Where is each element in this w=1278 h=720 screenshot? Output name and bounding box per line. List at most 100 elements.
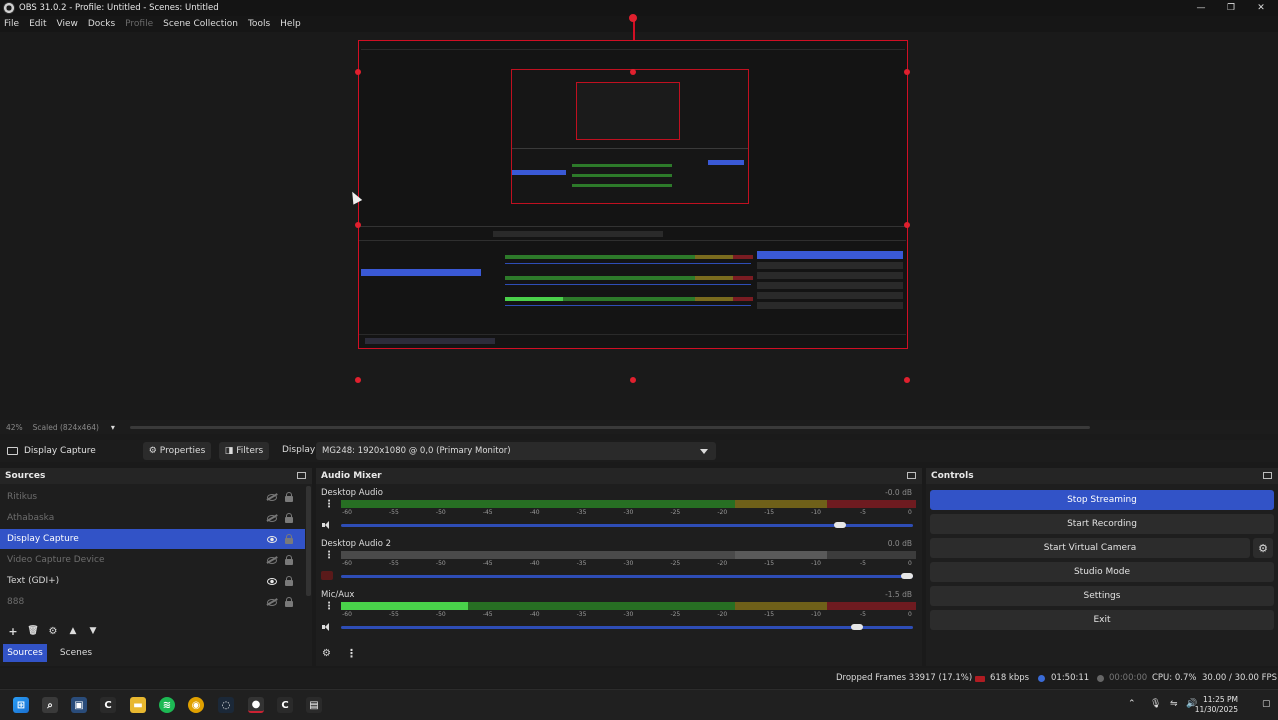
lock-icon[interactable] <box>285 555 293 565</box>
microphone-icon[interactable]: 🎙 <box>1150 699 1161 709</box>
windows-start-icon[interactable]: ⊞ <box>13 697 29 713</box>
tray-overflow-icon[interactable]: ⌃ <box>1128 699 1136 709</box>
volume-slider-handle[interactable] <box>901 573 913 579</box>
terminal-icon[interactable]: ▤ <box>306 697 322 713</box>
undock-icon[interactable] <box>907 472 916 479</box>
source-item[interactable]: Ritikus <box>0 487 305 507</box>
maximize-button[interactable]: ❐ <box>1216 0 1246 16</box>
move-up-icon[interactable]: ▲ <box>66 624 80 638</box>
resize-handle[interactable] <box>630 377 636 383</box>
volume-slider[interactable] <box>341 626 913 629</box>
exit-button[interactable]: Exit <box>930 610 1274 630</box>
eye-hidden-icon[interactable] <box>267 557 277 564</box>
resize-handle[interactable] <box>355 222 361 228</box>
resize-handle[interactable] <box>904 222 910 228</box>
mixer-menu-icon[interactable]: ⋮ <box>346 647 357 660</box>
channel-menu-icon[interactable]: ⋮ <box>324 602 334 612</box>
stop-streaming-button[interactable]: Stop Streaming <box>930 490 1274 510</box>
eye-icon[interactable] <box>267 536 277 543</box>
channel-db: 0.0 dB <box>887 539 912 548</box>
source-item[interactable]: Video Capture Device <box>0 550 305 570</box>
display-capture-preview[interactable] <box>358 40 908 349</box>
studio-mode-button[interactable]: Studio Mode <box>930 562 1274 582</box>
muted-speaker-icon[interactable] <box>321 571 333 580</box>
volume-meter <box>341 602 916 610</box>
resize-handle[interactable] <box>630 69 636 75</box>
eye-hidden-icon[interactable] <box>267 494 277 501</box>
start-recording-button[interactable]: Start Recording <box>930 514 1274 534</box>
file-explorer-icon[interactable]: ▬ <box>130 697 146 713</box>
advanced-audio-icon[interactable]: ⚙ <box>322 648 331 659</box>
menu-edit[interactable]: Edit <box>29 19 46 29</box>
sources-scrollbar[interactable] <box>306 486 311 596</box>
lock-icon[interactable] <box>285 513 293 523</box>
resize-handle[interactable] <box>355 377 361 383</box>
volume-slider-handle[interactable] <box>833 522 846 528</box>
menu-help[interactable]: Help <box>280 19 301 29</box>
source-item[interactable]: Text (GDI+) <box>0 571 305 591</box>
menu-profile[interactable]: Profile <box>125 19 153 29</box>
source-settings-icon[interactable]: ⚙ <box>46 624 60 638</box>
speaker-icon[interactable] <box>322 623 332 631</box>
preview-scrollbar[interactable] <box>130 426 1090 429</box>
spotify-icon[interactable]: ≋ <box>159 697 175 713</box>
volume-slider[interactable] <box>341 575 913 578</box>
volume-slider-handle[interactable] <box>850 624 863 630</box>
add-source-icon[interactable]: + <box>6 624 20 638</box>
lock-icon[interactable] <box>285 576 293 586</box>
system-clock[interactable]: 11:25 PM 11/30/2025 <box>1195 695 1238 715</box>
close-button[interactable]: ✕ <box>1246 0 1276 16</box>
notification-icon[interactable]: ▢ <box>1262 699 1271 709</box>
eye-hidden-icon[interactable] <box>267 599 277 606</box>
menu-tools[interactable]: Tools <box>248 19 270 29</box>
obs-taskbar-icon[interactable]: ● <box>248 697 264 713</box>
resize-handle[interactable] <box>904 69 910 75</box>
tab-sources[interactable]: Sources <box>3 644 47 662</box>
filters-button[interactable]: ◨ Filters <box>219 442 269 460</box>
steam-icon[interactable]: ◌ <box>218 697 234 713</box>
menu-docks[interactable]: Docks <box>88 19 115 29</box>
menu-scene-collection[interactable]: Scene Collection <box>163 19 238 29</box>
lock-icon[interactable] <box>285 492 293 502</box>
stream-status-icon <box>1038 675 1045 682</box>
resize-handle[interactable] <box>355 69 361 75</box>
chrome-icon[interactable]: ◉ <box>188 697 204 713</box>
move-down-icon[interactable]: ▼ <box>86 624 100 638</box>
sources-header: Sources <box>0 468 312 484</box>
undock-icon[interactable] <box>297 472 306 479</box>
app-icon[interactable]: C <box>277 697 293 713</box>
network-icon[interactable]: ⇋ <box>1170 699 1178 709</box>
start-virtual-camera-button[interactable]: Start Virtual Camera <box>930 538 1250 558</box>
eye-hidden-icon[interactable] <box>267 515 277 522</box>
settings-button[interactable]: Settings <box>930 586 1274 606</box>
channel-menu-icon[interactable]: ⋮ <box>324 551 334 561</box>
menu-file[interactable]: File <box>4 19 19 29</box>
source-item[interactable]: 888 <box>0 592 305 612</box>
lock-icon[interactable] <box>285 597 293 607</box>
minimize-button[interactable]: — <box>1186 0 1216 16</box>
undock-icon[interactable] <box>1263 472 1272 479</box>
lock-icon[interactable] <box>285 534 293 544</box>
remove-source-icon[interactable]: 🗑 <box>26 624 40 638</box>
task-view-icon[interactable]: ▣ <box>71 697 87 713</box>
virtual-camera-settings-icon[interactable]: ⚙ <box>1253 538 1273 558</box>
scale-mode[interactable]: Scaled (824x464) <box>33 423 99 432</box>
channel-menu-icon[interactable]: ⋮ <box>324 500 334 510</box>
speaker-icon[interactable] <box>322 521 332 529</box>
rotation-handle[interactable] <box>629 14 637 22</box>
scale-dropdown-icon[interactable]: ▾ <box>111 423 115 432</box>
search-icon[interactable]: ⌕ <box>42 697 58 713</box>
tab-scenes[interactable]: Scenes <box>54 644 98 662</box>
resize-handle[interactable] <box>904 377 910 383</box>
display-select[interactable]: MG248: 1920x1080 @ 0,0 (Primary Monitor) <box>316 442 716 460</box>
eye-icon[interactable] <box>267 578 277 585</box>
audio-mixer-header: Audio Mixer <box>316 468 922 484</box>
volume-slider[interactable] <box>341 524 913 527</box>
source-item[interactable]: Athabaska <box>0 508 305 528</box>
menu-view[interactable]: View <box>57 19 78 29</box>
source-item-selected[interactable]: Display Capture <box>0 529 305 549</box>
sources-title: Sources <box>5 471 46 481</box>
app-icon[interactable]: C <box>100 697 116 713</box>
chevron-down-icon <box>700 449 708 454</box>
properties-button[interactable]: ⚙ Properties <box>143 442 211 460</box>
